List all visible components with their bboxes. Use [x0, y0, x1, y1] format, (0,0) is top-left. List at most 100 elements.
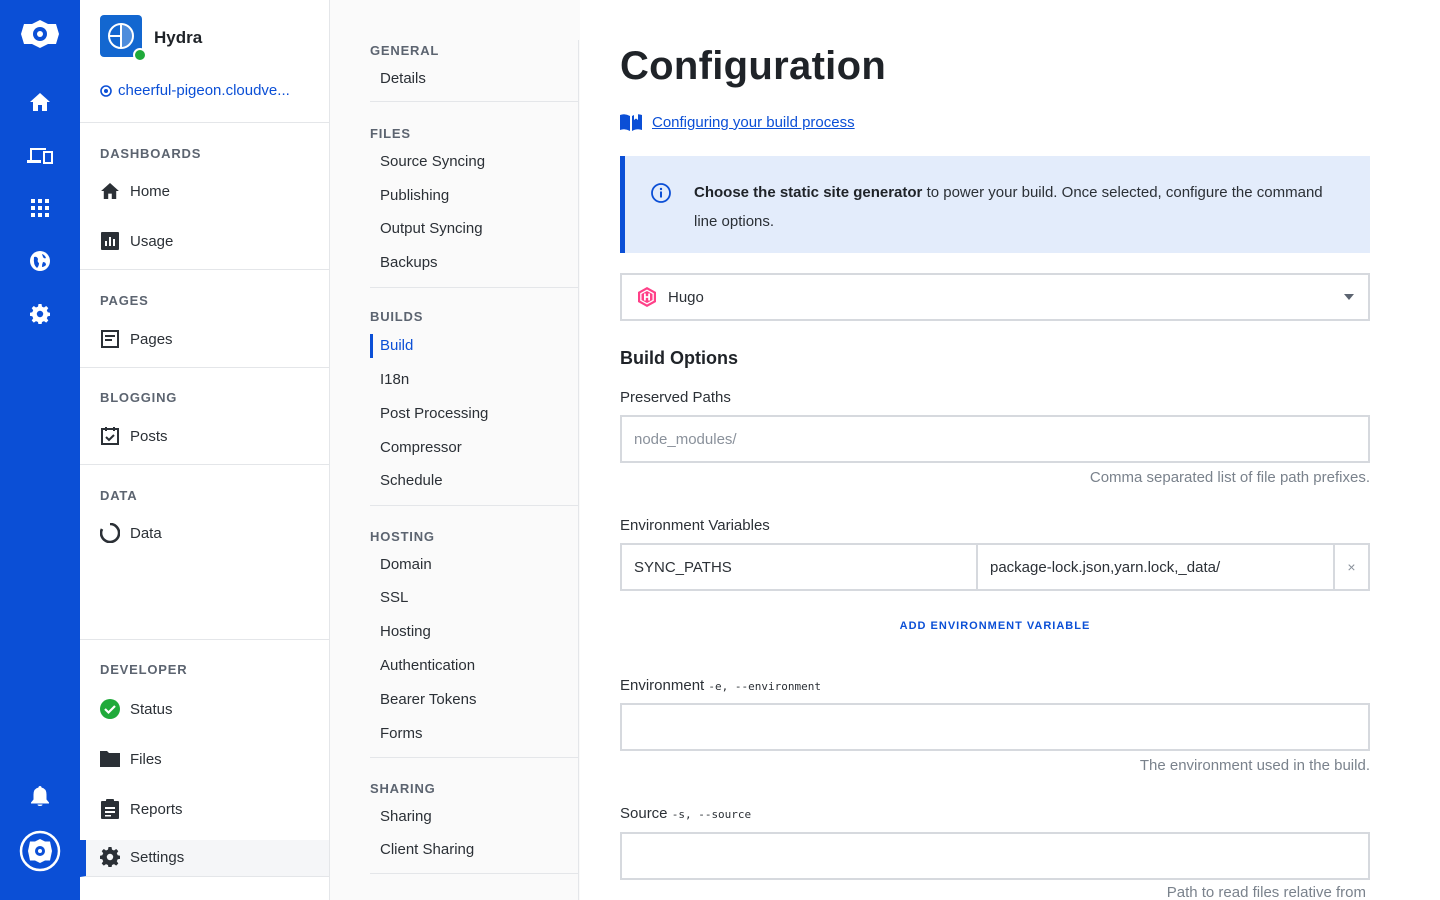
account-icon[interactable]: [19, 830, 61, 872]
settings-group-title: GENERAL: [370, 43, 440, 58]
settings-item-sharing[interactable]: Sharing: [380, 808, 432, 825]
settings-item-bearer-tokens[interactable]: Bearer Tokens: [380, 691, 476, 708]
home-icon: [100, 181, 120, 201]
docs-link-text: Configuring your build process: [652, 113, 855, 131]
settings-item-i18n[interactable]: I18n: [380, 371, 409, 388]
settings-group-title: HOSTING: [370, 529, 435, 544]
preserved-paths-hint: Comma separated list of file path prefix…: [1089, 469, 1370, 486]
preserved-paths-placeholder: node_modules/: [634, 430, 737, 448]
settings-group-builds: BUILDS Build I18n Post Processing Compre…: [370, 288, 578, 506]
settings-item-post-processing[interactable]: Post Processing: [380, 405, 488, 422]
env-vars-label: Environment Variables: [620, 517, 770, 534]
site-sidebar: Hydra cheerful-pigeon.cloudve... DASHBOA…: [80, 0, 330, 900]
sidebar-item-label: Usage: [130, 232, 174, 250]
source-flags: -s, --source: [671, 808, 752, 821]
settings-group-files: FILES Source Syncing Publishing Output S…: [370, 102, 578, 288]
settings-item-backups[interactable]: Backups: [380, 254, 438, 271]
blogging-section: BLOGGING Posts: [80, 368, 329, 465]
environment-label: Environment -e, --environment: [620, 677, 821, 694]
pages-section: PAGES Pages: [80, 270, 329, 368]
link-globe-icon: [100, 84, 112, 97]
sidebar-item-data[interactable]: Data: [100, 523, 162, 543]
sidebar-item-label: Posts: [130, 427, 168, 445]
ssg-select-value: Hugo: [668, 289, 704, 306]
sidebar-item-status[interactable]: Status: [100, 699, 173, 719]
settings-nav: GENERAL Details FILES Source Syncing Pub…: [330, 0, 580, 900]
sidebar-item-label: Home: [130, 182, 171, 200]
ssg-select[interactable]: Hugo: [620, 273, 1370, 321]
devices-icon[interactable]: [26, 141, 54, 169]
data-section: DATA Data: [80, 465, 329, 640]
settings-item-domain[interactable]: Domain: [380, 556, 432, 573]
sidebar-item-usage[interactable]: Usage: [100, 231, 173, 251]
settings-item-client-sharing[interactable]: Client Sharing: [380, 841, 474, 858]
section-title: BLOGGING: [100, 390, 178, 405]
info-callout: Choose the static site generator to powe…: [620, 156, 1370, 253]
chevron-down-icon: [1344, 294, 1354, 300]
source-input[interactable]: [620, 832, 1370, 880]
section-title: PAGES: [100, 293, 149, 308]
sidebar-item-posts[interactable]: Posts: [100, 426, 168, 446]
sidebar-item-label: Files: [130, 750, 162, 768]
sidebar-item-settings[interactable]: Settings: [80, 840, 329, 877]
site-url-text: cheerful-pigeon.cloudve...: [118, 82, 290, 99]
source-label-text: Source: [620, 805, 668, 822]
settings-group-title: BUILDS: [370, 309, 424, 324]
settings-item-source-syncing[interactable]: Source Syncing: [380, 153, 485, 170]
app-rail: [0, 0, 80, 900]
settings-item-build[interactable]: Build: [380, 337, 413, 354]
env-var-row: SYNC_PATHS package-lock.json,yarn.lock,_…: [620, 543, 1370, 591]
source-hint: Path to read files relative from: [1166, 884, 1366, 900]
check-circle-icon: [100, 699, 120, 719]
settings-item-hosting[interactable]: Hosting: [380, 623, 431, 640]
site-avatar[interactable]: [100, 15, 147, 62]
sidebar-item-label: Pages: [130, 330, 173, 348]
folder-icon: [100, 749, 120, 769]
bell-icon[interactable]: [26, 782, 54, 810]
sidebar-item-files[interactable]: Files: [100, 749, 162, 769]
sidebar-item-reports[interactable]: Reports: [100, 799, 183, 819]
preserved-paths-input[interactable]: node_modules/: [620, 415, 1370, 463]
docs-link[interactable]: Configuring your build process: [620, 113, 855, 131]
sidebar-item-home[interactable]: Home: [100, 181, 170, 201]
developer-section: DEVELOPER Status Files Reports: [80, 640, 329, 840]
build-options-title: Build Options: [620, 348, 738, 368]
settings-item-ssl[interactable]: SSL: [380, 589, 408, 606]
env-var-key-input[interactable]: SYNC_PATHS: [622, 545, 978, 589]
home-icon[interactable]: [26, 88, 54, 116]
settings-item-forms[interactable]: Forms: [380, 725, 423, 742]
settings-nav-divider: [578, 40, 579, 900]
settings-item-compressor[interactable]: Compressor: [380, 439, 462, 456]
site-header: Hydra cheerful-pigeon.cloudve...: [80, 0, 329, 123]
pages-icon: [100, 329, 120, 349]
settings-item-authentication[interactable]: Authentication: [380, 657, 475, 674]
settings-group-title: FILES: [370, 126, 411, 141]
add-env-var-button[interactable]: ADD ENVIRONMENT VARIABLE: [620, 620, 1370, 632]
settings-group-sharing: SHARING Sharing Client Sharing: [370, 758, 578, 874]
settings-item-schedule[interactable]: Schedule: [380, 472, 443, 489]
cloudcannon-logo-icon[interactable]: [20, 19, 60, 49]
sidebar-item-label: Settings: [130, 848, 185, 866]
site-logo-icon: [108, 23, 134, 49]
active-indicator: [370, 334, 373, 358]
gear-icon[interactable]: [26, 300, 54, 328]
apps-grid-icon[interactable]: [26, 194, 54, 222]
settings-item-publishing[interactable]: Publishing: [380, 187, 449, 204]
globe-icon[interactable]: [26, 247, 54, 275]
main-content: Configuration Configuring your build pro…: [620, 0, 1370, 900]
remove-env-var-button[interactable]: ×: [1335, 545, 1368, 589]
environment-input[interactable]: [620, 703, 1370, 751]
book-icon: [620, 114, 642, 131]
sidebar-item-label: Reports: [130, 800, 183, 818]
info-text-bold: Choose the static site generator: [694, 184, 923, 201]
source-label: Source -s, --source: [620, 805, 751, 822]
site-url-link[interactable]: cheerful-pigeon.cloudve...: [100, 82, 290, 99]
env-var-value-input[interactable]: package-lock.json,yarn.lock,_data/: [978, 545, 1335, 589]
settings-group-hosting: HOSTING Domain SSL Hosting Authenticatio…: [370, 506, 578, 758]
sidebar-item-pages[interactable]: Pages: [100, 329, 173, 349]
info-text: Choose the static site generator to powe…: [694, 178, 1334, 236]
info-icon: [651, 183, 671, 203]
environment-hint: The environment used in the build.: [1139, 757, 1370, 774]
settings-item-output-syncing[interactable]: Output Syncing: [380, 220, 483, 237]
settings-item-details[interactable]: Details: [380, 70, 426, 87]
